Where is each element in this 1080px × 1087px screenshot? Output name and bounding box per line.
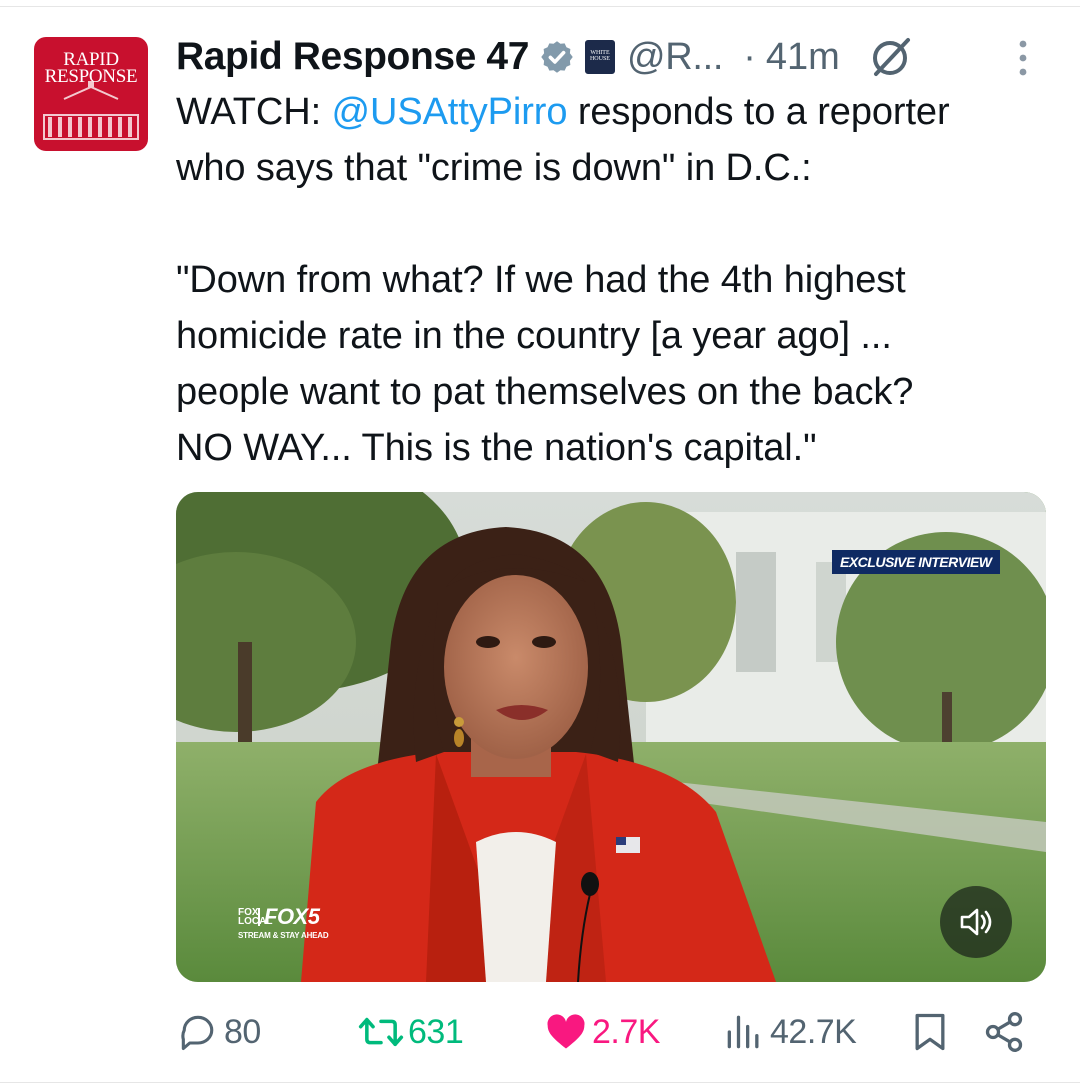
tweet-line2: who says that "crime is down" in D.C.: bbox=[176, 147, 812, 189]
user-handle[interactable]: @R... bbox=[627, 36, 724, 79]
bottom-divider bbox=[0, 1082, 1080, 1083]
fox-local-label: FOX LOCAL bbox=[238, 907, 273, 927]
video-player[interactable]: EXCLUSIVE INTERVIEW FOX LOCAL FOX5 STREA… bbox=[176, 492, 1046, 982]
fox5-label: FOX5 bbox=[264, 904, 320, 929]
fox5-network-logo: FOX LOCAL FOX5 STREAM & STAY AHEAD bbox=[238, 904, 329, 940]
views-bar-chart-icon bbox=[727, 1015, 759, 1049]
tweet-header: Rapid Response 47 WHITE HOUSE @R... · 41m bbox=[176, 30, 1056, 84]
timestamp[interactable]: 41m bbox=[766, 36, 840, 79]
fox5-tagline: STREAM & STAY AHEAD bbox=[238, 931, 329, 940]
bookmark-button[interactable] bbox=[908, 1004, 952, 1060]
bookmark-icon bbox=[915, 1013, 945, 1051]
avatar[interactable]: RAPID RESPONSE bbox=[34, 37, 148, 151]
share-button[interactable] bbox=[982, 1004, 1026, 1060]
tweet-actions: 80 631 2.7K 42.7K bbox=[176, 1004, 1056, 1060]
avatar-logo-text: RAPID RESPONSE bbox=[44, 49, 138, 87]
mute-button[interactable] bbox=[940, 886, 1012, 958]
repost-count: 631 bbox=[408, 1012, 464, 1051]
tweet-quote: "Down from what? If we had the 4th highe… bbox=[176, 259, 914, 469]
white-house-affiliation-icon[interactable]: WHITE HOUSE bbox=[584, 40, 615, 74]
top-divider bbox=[0, 6, 1080, 7]
view-count: 42.7K bbox=[770, 1012, 857, 1051]
separator-dot: · bbox=[743, 35, 756, 78]
reply-icon bbox=[181, 1015, 214, 1051]
exclusive-interview-chyron: EXCLUSIVE INTERVIEW bbox=[832, 550, 1000, 574]
tweet-text: WATCH: @USAttyPirro responds to a report… bbox=[176, 84, 1056, 476]
speaker-muted-icon bbox=[960, 908, 992, 936]
tweet-prefix: WATCH: bbox=[176, 91, 332, 133]
verified-badge-icon[interactable] bbox=[539, 39, 575, 75]
tweet-line1-rest: responds to a reporter bbox=[567, 91, 950, 133]
heart-filled-icon bbox=[547, 1014, 585, 1049]
like-button[interactable]: 2.7K bbox=[544, 1004, 660, 1060]
more-vertical-icon[interactable] bbox=[1008, 36, 1038, 80]
reply-button[interactable]: 80 bbox=[176, 1004, 261, 1060]
like-count: 2.7K bbox=[592, 1012, 660, 1051]
repost-icon bbox=[358, 1017, 404, 1047]
repost-button[interactable]: 631 bbox=[358, 1004, 464, 1060]
mention-link[interactable]: @USAttyPirro bbox=[332, 91, 568, 133]
display-name[interactable]: Rapid Response 47 bbox=[176, 35, 529, 79]
share-icon bbox=[985, 1012, 1023, 1052]
views-button[interactable]: 42.7K bbox=[722, 1004, 857, 1060]
reply-count: 80 bbox=[224, 1012, 261, 1051]
grok-icon[interactable] bbox=[866, 32, 916, 82]
